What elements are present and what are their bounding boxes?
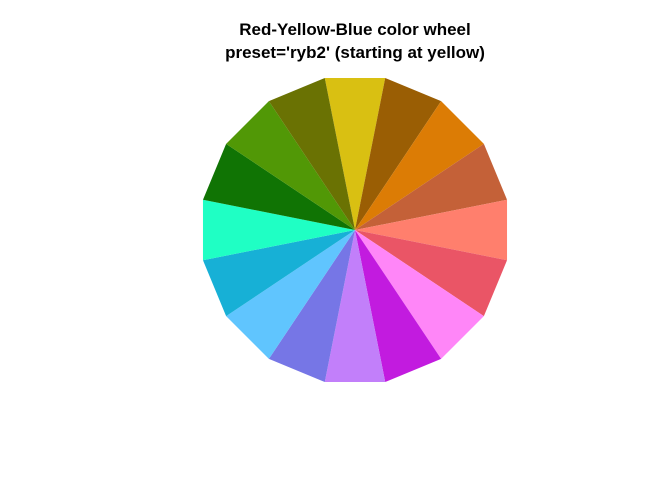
chart-title: Red-Yellow-Blue color wheel [239, 20, 470, 39]
pie-chart: Red-Yellow-Blue color wheel preset='ryb2… [202, 20, 508, 383]
pie-slices [202, 77, 508, 383]
chart-subtitle: preset='ryb2' (starting at yellow) [225, 43, 485, 62]
